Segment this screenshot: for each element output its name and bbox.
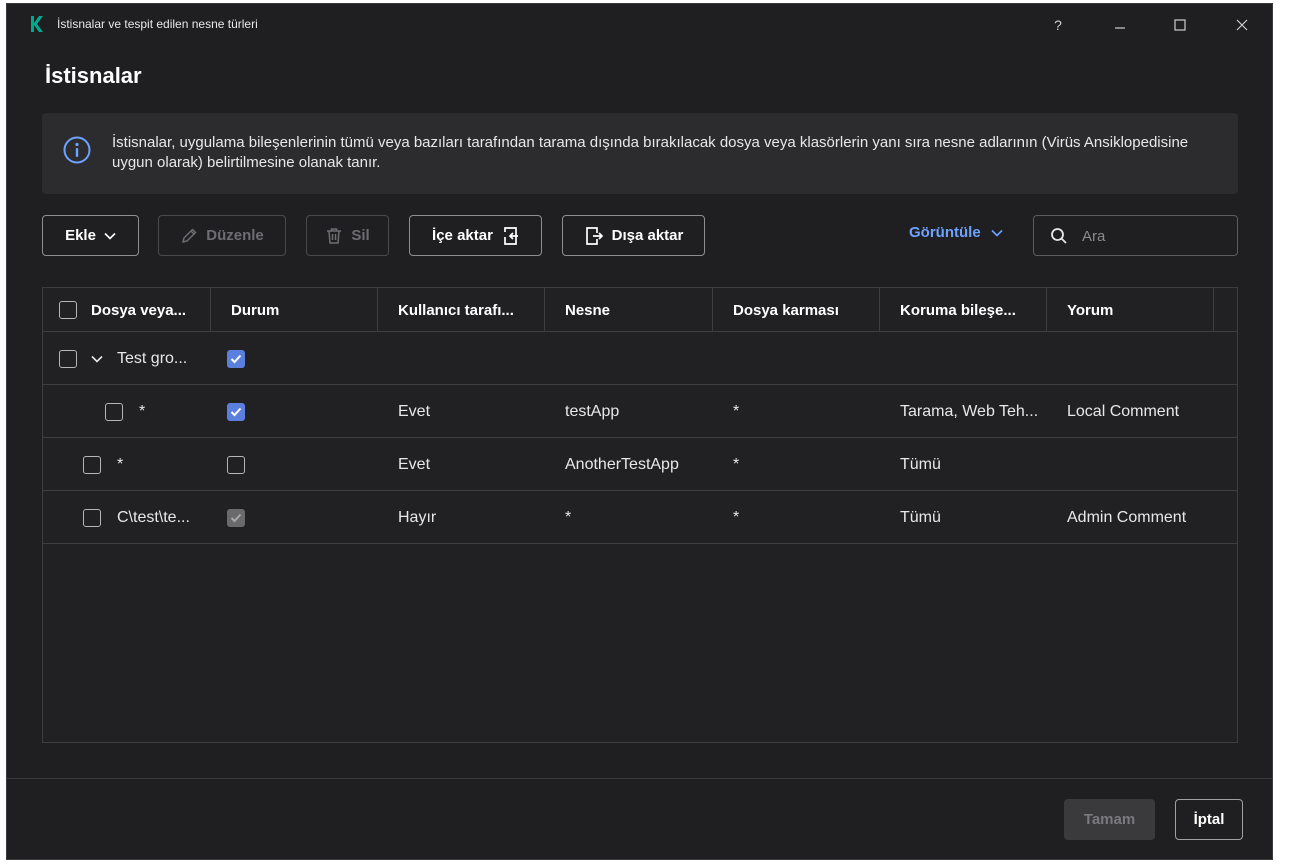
edit-button[interactable]: Düzenle: [158, 215, 286, 256]
delete-button[interactable]: Sil: [306, 215, 389, 256]
table-header: Dosya veya... Durum Kullanıcı tarafı... …: [43, 288, 1237, 332]
edit-button-label: Düzenle: [206, 227, 264, 244]
user-cell: Hayır: [398, 509, 437, 526]
export-button-label: Dışa aktar: [611, 227, 684, 244]
status-cell: [227, 386, 245, 438]
cancel-button[interactable]: İptal: [1175, 799, 1243, 840]
search-input[interactable]: [1082, 224, 1227, 248]
hash-cell: *: [733, 456, 740, 473]
name-cell: *: [83, 439, 123, 491]
table-row[interactable]: * Evet AnotherTestApp * Tümü: [43, 439, 1237, 491]
column-header-hash[interactable]: Dosya karması: [713, 288, 880, 332]
comment-cell: Admin Comment: [1067, 509, 1187, 526]
table-row[interactable]: * Evet testApp * Tarama, Web Teh... Loca…: [43, 386, 1237, 438]
column-header-status[interactable]: Durum: [211, 288, 378, 332]
import-button-label: İçe aktar: [432, 227, 493, 244]
row-name: Test gro...: [117, 350, 188, 367]
dialog-window: İstisnalar ve tespit edilen nesne türler…: [6, 3, 1273, 860]
hash-cell: *: [733, 403, 740, 420]
chevron-down-icon[interactable]: [91, 355, 103, 363]
export-icon: [585, 226, 603, 245]
row-name: C\test\te...: [117, 509, 190, 526]
column-header-user[interactable]: Kullanıcı tarafı...: [378, 288, 545, 332]
close-icon: [1236, 19, 1248, 31]
column-header-object[interactable]: Nesne: [545, 288, 713, 332]
title-bar: İstisnalar ve tespit edilen nesne türler…: [7, 4, 1272, 44]
components-cell: Tarama, Web Teh...: [900, 403, 1039, 420]
status-cell: [227, 492, 245, 544]
user-cell: Evet: [398, 403, 431, 420]
checkmark-icon: [230, 354, 242, 364]
add-button-label: Ekle: [65, 227, 96, 244]
row-name: *: [117, 456, 124, 473]
name-cell: Test gro...: [59, 333, 187, 385]
row-name: *: [139, 403, 146, 420]
table-row[interactable]: C\test\te... Hayır * * Tümü Admin Commen…: [43, 492, 1237, 544]
status-checkbox[interactable]: [227, 350, 245, 368]
status-cell: [227, 333, 245, 385]
row-checkbox[interactable]: [105, 403, 123, 421]
exclusions-table: Dosya veya... Durum Kullanıcı tarafı... …: [42, 287, 1238, 743]
footer-divider: [7, 778, 1272, 779]
column-header-object-label: Nesne: [565, 301, 611, 319]
maximize-icon: [1174, 19, 1186, 31]
column-header-file[interactable]: Dosya veya...: [43, 288, 211, 332]
object-cell: AnotherTestApp: [565, 456, 679, 473]
info-text: İstisnalar, uygulama bileşenlerinin tümü…: [112, 134, 1189, 171]
help-button[interactable]: ?: [1040, 12, 1076, 38]
trash-icon: [327, 227, 342, 244]
name-cell: C\test\te...: [83, 492, 190, 544]
chevron-down-icon: [991, 229, 1003, 237]
row-checkbox[interactable]: [59, 350, 77, 368]
export-button[interactable]: Dışa aktar: [562, 215, 705, 256]
column-header-components-label: Koruma bileşe...: [900, 301, 1016, 319]
import-icon: [504, 226, 518, 245]
object-cell: *: [565, 509, 572, 526]
column-header-comment-label: Yorum: [1067, 301, 1114, 319]
table-row-group[interactable]: Test gro...: [43, 333, 1237, 385]
row-checkbox[interactable]: [83, 509, 101, 527]
column-header-status-label: Durum: [231, 301, 280, 319]
help-icon: ?: [1054, 17, 1062, 33]
view-dropdown-label: Görüntüle: [909, 224, 981, 241]
window-title: İstisnalar ve tespit edilen nesne türler…: [57, 17, 258, 31]
minimize-icon: [1115, 27, 1125, 29]
info-banner: İstisnalar, uygulama bileşenlerinin tümü…: [42, 113, 1238, 194]
name-cell: *: [105, 386, 145, 438]
checkmark-icon: [230, 407, 242, 417]
components-cell: Tümü: [900, 509, 941, 526]
row-checkbox[interactable]: [83, 456, 101, 474]
select-all-checkbox[interactable]: [59, 301, 77, 319]
checkmark-icon: [230, 513, 242, 523]
column-header-user-label: Kullanıcı tarafı...: [398, 301, 514, 319]
maximize-button[interactable]: [1162, 12, 1198, 38]
ok-button[interactable]: Tamam: [1064, 799, 1155, 840]
hash-cell: *: [733, 509, 740, 526]
column-header-components[interactable]: Koruma bileşe...: [880, 288, 1047, 332]
status-cell: [227, 439, 245, 491]
column-header-file-label: Dosya veya...: [91, 301, 187, 319]
search-icon: [1051, 228, 1067, 244]
page-title: İstisnalar: [45, 63, 142, 88]
minimize-button[interactable]: [1102, 12, 1138, 38]
status-checkbox[interactable]: [227, 456, 245, 474]
info-icon: [63, 136, 91, 164]
comment-cell: Local Comment: [1067, 403, 1180, 420]
import-button[interactable]: İçe aktar: [409, 215, 542, 256]
chevron-down-icon: [104, 232, 116, 240]
components-cell: Tümü: [900, 456, 941, 473]
status-checkbox: [227, 509, 245, 527]
search-box[interactable]: [1033, 215, 1238, 256]
add-button[interactable]: Ekle: [42, 215, 139, 256]
view-dropdown[interactable]: Görüntüle: [909, 224, 1003, 241]
status-checkbox[interactable]: [227, 403, 245, 421]
column-header-comment[interactable]: Yorum: [1047, 288, 1214, 332]
delete-button-label: Sil: [351, 227, 370, 244]
object-cell: testApp: [565, 403, 620, 420]
close-button[interactable]: [1224, 12, 1260, 38]
pencil-icon: [182, 227, 197, 243]
kaspersky-logo-icon: [31, 16, 43, 32]
column-header-hash-label: Dosya karması: [733, 301, 839, 319]
user-cell: Evet: [398, 456, 431, 473]
